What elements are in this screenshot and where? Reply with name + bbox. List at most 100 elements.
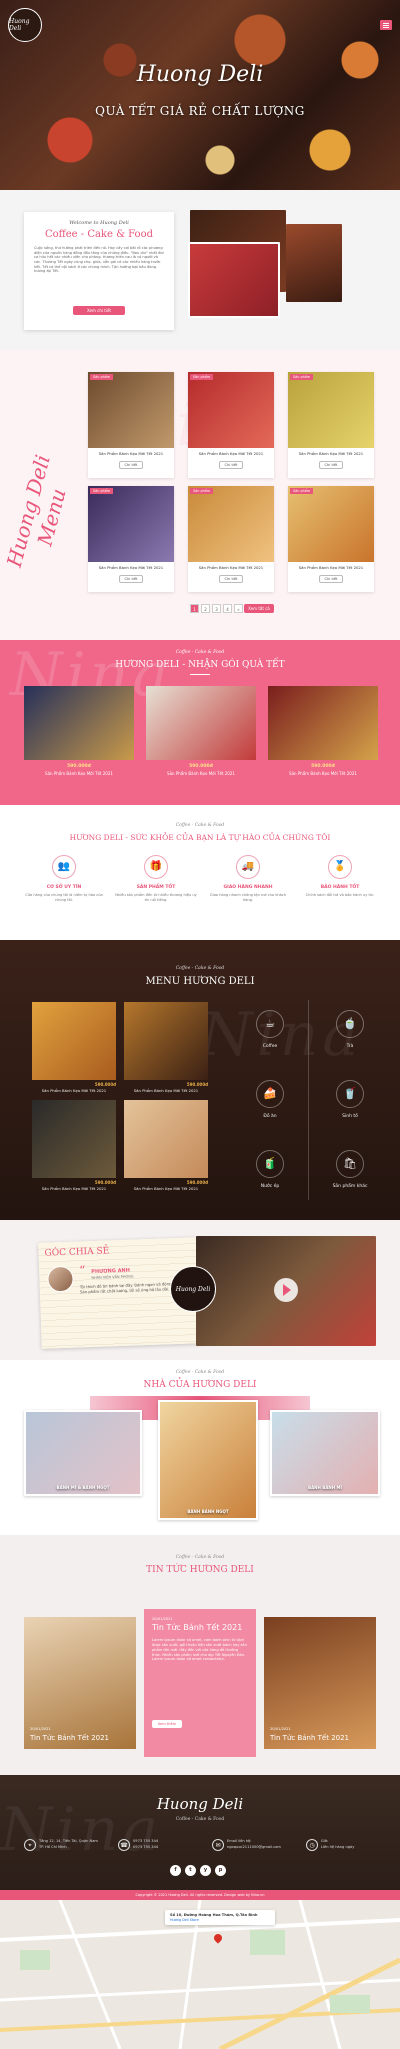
- product-detail-button[interactable]: Chi tiết: [119, 575, 143, 583]
- sharing-title: GÓC CHIA SẺ: [44, 1246, 110, 1259]
- product-tag: Sản phẩm: [290, 374, 314, 380]
- gifts-section: Nina Coffee - Cake & Food HƯƠNG DELI - N…: [0, 640, 400, 805]
- pagination-page[interactable]: 1: [190, 604, 199, 613]
- store-card-label: BÁNH MÌ & BÁNH NGỌT: [56, 1485, 110, 1490]
- store-card[interactable]: BÁNH BÁNH NGỌT: [158, 1400, 258, 1520]
- menu-toggle-button[interactable]: [380, 20, 392, 30]
- menu-product-image[interactable]: [124, 1002, 208, 1080]
- contact-line: TP. Hồ Chí Minh: [39, 1845, 67, 1849]
- sharing-video-thumb[interactable]: Huong Deli: [170, 1236, 376, 1346]
- facebook-icon[interactable]: f: [170, 1865, 181, 1876]
- news-title[interactable]: Tin Tức Bánh Tết 2021: [152, 1623, 248, 1632]
- twitter-icon[interactable]: t: [185, 1865, 196, 1876]
- pagination-page[interactable]: 2: [201, 604, 210, 613]
- news-title[interactable]: Tin Tức Bánh Tết 2021: [30, 1734, 109, 1742]
- news-card-featured[interactable]: 20/01/2021 Tin Tức Bánh Tết 2021 Lorem ips…: [144, 1609, 256, 1757]
- pagination-page[interactable]: 3: [212, 604, 221, 613]
- menu-product-name[interactable]: Sản Phẩm Bánh Kẹo Mới Tết 2021: [124, 1186, 208, 1191]
- footer-copyright-bar: Copyright © 2021 Hương Deli. All rights …: [0, 1890, 400, 1900]
- footer-section: Nina Huong Deli Coffee - Cake & Food Cop…: [0, 1775, 400, 1900]
- menu-product-image[interactable]: [32, 1002, 116, 1080]
- about-card: Welcome to Huong Deli Coffee - Cake & Fo…: [24, 212, 174, 330]
- pagination-page[interactable]: 4: [223, 604, 232, 613]
- gift-image[interactable]: [24, 686, 134, 760]
- product-title[interactable]: Sản Phẩm Bánh Kẹo Mới Tết 2021: [288, 451, 374, 456]
- stores-kicker: Coffee - Cake & Food: [175, 1370, 225, 1375]
- menu-category[interactable]: 🛍 Sản phẩm khác: [320, 1146, 380, 1206]
- product-card[interactable]: Sản phẩm Sản Phẩm Bánh Kẹo Mới Tết 2021 Ch…: [88, 486, 174, 592]
- menu-product-price: 590.000đ: [186, 1180, 208, 1185]
- product-image[interactable]: [88, 486, 174, 562]
- gift-name[interactable]: Sản Phẩm Bánh Kẹo Mới Tết 2021: [268, 771, 378, 776]
- product-detail-button[interactable]: Chi tiết: [119, 461, 143, 469]
- health-kicker: Coffee - Cake & Food: [175, 823, 225, 828]
- sharing-role: NHÂN VIÊN VĂN PHÒNG: [91, 1274, 134, 1280]
- hero-tagline: QUÀ TẾT GIÁ RẺ CHẤT LƯỢNG: [95, 104, 305, 118]
- product-card[interactable]: Sản phẩm Sản Phẩm Bánh Kẹo Mới Tết 2021 Ch…: [88, 372, 174, 478]
- menu-category[interactable]: ☕ Coffee: [240, 1006, 300, 1066]
- menu-category-label: Trà: [346, 1044, 354, 1049]
- play-icon[interactable]: [274, 1278, 298, 1302]
- menu-product-name[interactable]: Sản Phẩm Bánh Kẹo Mới Tết 2021: [124, 1088, 208, 1093]
- menu-product-image[interactable]: [32, 1100, 116, 1178]
- news-date: 20/01/2021: [270, 1727, 291, 1731]
- product-detail-button[interactable]: Chi tiết: [319, 575, 343, 583]
- logo[interactable]: Huong Deli: [8, 8, 42, 42]
- product-tag: Sản phẩm: [90, 374, 114, 380]
- dark-menu-title: MENU HƯƠNG DELI: [145, 976, 255, 987]
- product-title[interactable]: Sản Phẩm Bánh Kẹo Mới Tết 2021: [88, 565, 174, 570]
- menu-product-image[interactable]: [124, 1100, 208, 1178]
- gift-price: 590.000đ: [311, 764, 335, 769]
- product-title[interactable]: Sản Phẩm Bánh Kẹo Mới Tết 2021: [88, 451, 174, 456]
- product-card[interactable]: Sản phẩm Sản Phẩm Bánh Kẹo Mới Tết 2021 Ch…: [188, 372, 274, 478]
- store-card[interactable]: BÁNH MÌ & BÁNH NGỌT: [24, 1410, 142, 1496]
- footer-copyright: Copyright © 2021 Hương Deli. All rights …: [135, 1893, 265, 1897]
- pagination-page[interactable]: »: [234, 604, 243, 613]
- gift-name[interactable]: Sản Phẩm Bánh Kẹo Mới Tết 2021: [24, 771, 134, 776]
- product-image[interactable]: [88, 372, 174, 448]
- product-title[interactable]: Sản Phẩm Bánh Kẹo Mới Tết 2021: [188, 451, 274, 456]
- product-image[interactable]: [288, 486, 374, 562]
- map-pin-label: Số 10, Đường Hoàng Hoa Thám, Q.Tân Bình: [170, 1913, 258, 1917]
- news-date: 20/01/2021: [30, 1727, 51, 1731]
- about-more-button[interactable]: Xem chi tiết: [73, 306, 125, 315]
- view-all-button[interactable]: Xem tất cả: [244, 604, 274, 613]
- contact-line: Email liên hệ:: [227, 1839, 252, 1843]
- sharing-section: GÓC CHIA SẺ “ PHƯƠNG ANH NHÂN VIÊN VĂN P…: [0, 1220, 400, 1360]
- feature-text: Cửa hàng của chúng tôi là niềm tự hào củ…: [25, 893, 103, 902]
- menu-category[interactable]: 🍵 Trà: [320, 1006, 380, 1066]
- feature-title: GIAO HÀNG NHANH: [223, 885, 273, 890]
- product-detail-button[interactable]: Chi tiết: [219, 461, 243, 469]
- other-icon: 🛍: [336, 1150, 364, 1178]
- product-detail-button[interactable]: Chi tiết: [219, 575, 243, 583]
- product-icon: 🎁: [144, 855, 168, 879]
- gift-name[interactable]: Sản Phẩm Bánh Kẹo Mới Tết 2021: [146, 771, 256, 776]
- product-image[interactable]: [188, 372, 274, 448]
- product-image[interactable]: [288, 372, 374, 448]
- product-title[interactable]: Sản Phẩm Bánh Kẹo Mới Tết 2021: [188, 565, 274, 570]
- news-title[interactable]: Tin Tức Bánh Tết 2021: [270, 1734, 349, 1742]
- store-card[interactable]: BÁNH BÁNH MÌ: [270, 1410, 380, 1496]
- news-more-button[interactable]: Xem thêm: [152, 1720, 182, 1728]
- youtube-icon[interactable]: y: [200, 1865, 211, 1876]
- news-card[interactable]: 20/01/2021 Tin Tức Bánh Tết 2021: [24, 1617, 136, 1749]
- menu-category[interactable]: 🍰 Đồ ăn: [240, 1076, 300, 1136]
- about-image-side: [286, 224, 342, 302]
- news-card[interactable]: 20/01/2021 Tin Tức Bánh Tết 2021: [264, 1617, 376, 1749]
- product-card[interactable]: Sản phẩm Sản Phẩm Bánh Kẹo Mới Tết 2021 Ch…: [288, 372, 374, 478]
- menu-category-label: Nước ép: [260, 1184, 280, 1189]
- product-image[interactable]: [188, 486, 274, 562]
- product-card[interactable]: Sản phẩm Sản Phẩm Bánh Kẹo Mới Tết 2021 Ch…: [288, 486, 374, 592]
- product-title[interactable]: Sản Phẩm Bánh Kẹo Mới Tết 2021: [288, 565, 374, 570]
- menu-product-name[interactable]: Sản Phẩm Bánh Kẹo Mới Tết 2021: [32, 1088, 116, 1093]
- map-section[interactable]: Số 10, Đường Hoàng Hoa Thám, Q.Tân Bình …: [0, 1900, 400, 2049]
- product-detail-button[interactable]: Chi tiết: [319, 461, 343, 469]
- menu-category[interactable]: 🧃 Nước ép: [240, 1146, 300, 1206]
- menu-product-name[interactable]: Sản Phẩm Bánh Kẹo Mới Tết 2021: [32, 1186, 116, 1191]
- gift-image[interactable]: [268, 686, 378, 760]
- map-pin-card: Số 10, Đường Hoàng Hoa Thám, Q.Tân Bình …: [165, 1910, 275, 1925]
- product-card[interactable]: Sản phẩm Sản Phẩm Bánh Kẹo Mới Tết 2021 Ch…: [188, 486, 274, 592]
- pinterest-icon[interactable]: p: [215, 1865, 226, 1876]
- menu-category[interactable]: 🥤 Sinh tố: [320, 1076, 380, 1136]
- gift-image[interactable]: [146, 686, 256, 760]
